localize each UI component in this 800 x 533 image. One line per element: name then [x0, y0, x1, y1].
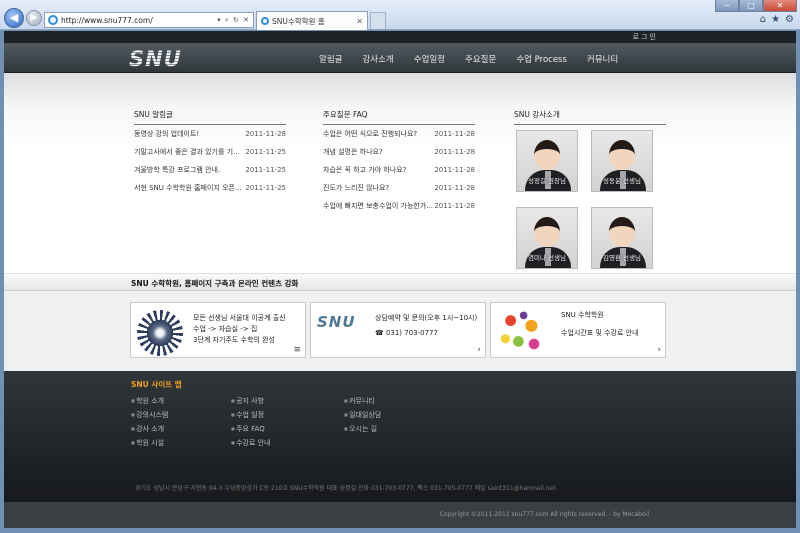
list-item[interactable]: 진도가 느리진 않나요? 2011-11-28: [323, 180, 475, 197]
sitemap-link[interactable]: 학원 시설: [131, 436, 168, 450]
teacher-photo: [534, 217, 560, 247]
teachers-title: SNU 강사소개: [514, 109, 666, 125]
list-item[interactable]: 겨울방학 특강 프로그램 안내. 2011-11-25: [134, 162, 286, 179]
site-header: SNU 알림글 강사소개 수업일정 주요질문 수업 Process 커뮤니티: [4, 43, 796, 73]
nav-community[interactable]: 커뮤니티: [587, 53, 618, 65]
sitemap-link[interactable]: 오시는 길: [344, 422, 381, 436]
banner-strip-text: SNU 수학학원, 홈페이지 구축과 온라인 컨텐츠 강화: [131, 279, 299, 288]
tab-snu-home[interactable]: SNU수학학원 홈 ✕: [256, 11, 368, 30]
main-nav: 알림글 강사소개 수업일정 주요질문 수업 Process 커뮤니티: [319, 53, 638, 65]
browser-chrome: ─ □ ✕ ◀ ▶ http://www.snu777.com/ ▾ ⌕ ↻ ✕…: [0, 0, 800, 30]
favorites-star-icon[interactable]: ★: [771, 14, 780, 25]
maximize-button[interactable]: □: [739, 0, 763, 12]
chevron-right-icon[interactable]: ›: [477, 345, 481, 355]
teacher-card[interactable]: 성동윤 선생님: [591, 130, 653, 192]
forward-button[interactable]: ▶: [26, 10, 42, 26]
tab-close-icon[interactable]: ✕: [356, 17, 363, 26]
close-window-button[interactable]: ✕: [763, 0, 797, 12]
url-text[interactable]: http://www.snu777.com/: [61, 16, 217, 25]
window-bottom-frame: [0, 528, 800, 533]
nav-process[interactable]: 수업 Process: [516, 53, 567, 65]
nav-teachers[interactable]: 강사소개: [362, 53, 393, 65]
sitemap-title: SNU 사이트 맵: [131, 380, 182, 389]
sitemap-link[interactable]: 학원 소개: [131, 394, 168, 408]
tab-title: SNU수학학원 홈: [272, 16, 325, 26]
list-item[interactable]: 수업에 빠지면 보충수업이 가능한가... 2011-11-28: [323, 198, 475, 215]
menu-icon[interactable]: ≡: [293, 345, 301, 355]
colorful-dots-image: [495, 305, 547, 357]
browser-tools: ⌂ ★ ⚙: [760, 14, 794, 25]
sitemap-link[interactable]: 커뮤니티: [344, 394, 381, 408]
main-content: SNU 알림글 동영상 강의 업데이트! 2011-11-28 기말고사에서 좋은…: [4, 73, 796, 273]
list-item[interactable]: 개념 설명은 하나요? 2011-11-28: [323, 144, 475, 161]
gear-icon[interactable]: ⚙: [785, 14, 794, 25]
banner-boxes: 모든 선생님 서울대 이공계 출신 수업 -> 자습실 -> 집 3단계 자기주…: [4, 291, 796, 371]
chevron-right-icon[interactable]: ›: [657, 345, 661, 355]
notice-title: SNU 알림글: [134, 109, 286, 125]
nav-faq[interactable]: 주요질문: [465, 53, 496, 65]
minimize-button[interactable]: ─: [715, 0, 739, 12]
notice-section: SNU 알림글 동영상 강의 업데이트! 2011-11-28 기말고사에서 좋은…: [134, 109, 286, 197]
teacher-photo: [609, 140, 635, 170]
list-item[interactable]: 수업은 어떤 식으로 진행되나요? 2011-11-28: [323, 126, 475, 143]
back-button[interactable]: ◀: [4, 8, 24, 28]
site-footer: SNU 사이트 맵 학원 소개 강의시스템 강사 소개 학원 시설 공지 사항 …: [4, 371, 796, 502]
address-tools-icons[interactable]: ▾ ⌕ ↻ ✕: [217, 16, 253, 25]
sitemap-link[interactable]: 주요 FAQ: [231, 422, 271, 436]
banner-box-contact[interactable]: SNU 상담예약 및 문의(오후 1시~10시) ☎ 031) 703-0777…: [310, 302, 486, 358]
sitemap-col-2: 공지 사항 수업 일정 주요 FAQ 수강료 안내: [231, 394, 271, 450]
sitemap-link[interactable]: 수강료 안내: [231, 436, 270, 450]
sitemap-link[interactable]: 수업 일정: [231, 408, 271, 422]
nav-notice[interactable]: 알림글: [319, 53, 342, 65]
teacher-photo: [534, 140, 560, 170]
address-bar[interactable]: http://www.snu777.com/ ▾ ⌕ ↻ ✕: [44, 12, 254, 28]
faq-title: 주요질문 FAQ: [323, 109, 475, 125]
site-topbar: 로그인: [4, 31, 796, 43]
snu-logo[interactable]: SNU: [129, 47, 182, 71]
banner-strip: SNU 수학학원, 홈페이지 구축과 온라인 컨텐츠 강화: [4, 273, 796, 291]
sitemap-link[interactable]: 공지 사항: [231, 394, 271, 408]
sitemap-col-1: 학원 소개 강의시스템 강사 소개 학원 시설: [131, 394, 168, 450]
banner-box-intro[interactable]: 모든 선생님 서울대 이공계 출신 수업 -> 자습실 -> 집 3단계 자기주…: [130, 302, 306, 358]
window-controls: ─ □ ✕: [715, 0, 797, 12]
teacher-photo: [609, 217, 635, 247]
list-item[interactable]: 기말고사에서 좋은 결과 있기를 기... 2011-11-25: [134, 144, 286, 161]
sitemap-link[interactable]: 강의시스템: [131, 408, 168, 422]
copyright-text: Copyright ©2011-2011 snu777.com All righ…: [439, 511, 649, 518]
snu-mini-logo: SNU: [317, 313, 356, 331]
copyright-bar: Copyright ©2011-2011 snu777.com All righ…: [4, 502, 796, 528]
sitemap-link[interactable]: 일대일상담: [344, 408, 381, 422]
tab-favicon-icon: [261, 17, 269, 25]
ie-icon: [48, 15, 58, 25]
teacher-card[interactable]: 김영환 선생님: [591, 207, 653, 269]
list-item[interactable]: 서현 SNU 수학학원 홈페이지 오픈... 2011-11-25: [134, 180, 286, 197]
sitemap-link[interactable]: 강사 소개: [131, 422, 168, 436]
login-link[interactable]: 로그인: [633, 32, 658, 42]
nav-schedule[interactable]: 수업일정: [414, 53, 445, 65]
banner-box-schedule[interactable]: SNU 수학학원 수업시간표 및 수강료 안내 ›: [490, 302, 666, 358]
teacher-card[interactable]: 염미나 선생님: [516, 207, 578, 269]
sun-emblem-icon: [137, 310, 183, 356]
home-icon[interactable]: ⌂: [760, 14, 766, 25]
list-item[interactable]: 동영상 강의 업데이트! 2011-11-28: [134, 126, 286, 143]
faq-section: 주요질문 FAQ 수업은 어떤 식으로 진행되나요? 2011-11-28 개념 …: [323, 109, 475, 215]
sitemap-col-3: 커뮤니티 일대일상담 오시는 길: [344, 394, 381, 436]
list-item[interactable]: 자습은 꼭 하고 가야 하나요? 2011-11-28: [323, 162, 475, 179]
new-tab-button[interactable]: [370, 12, 386, 29]
teacher-card[interactable]: 성정길 원장님: [516, 130, 578, 192]
footer-address: 경기도 성남시 분당구 서현동 94-3 우성중앙상가 C동 210호 SNU수…: [135, 485, 556, 492]
teachers-section: SNU 강사소개 성정길 원장님 성동윤 선생님 염미나 선생님 김영환 선생님: [514, 109, 666, 285]
